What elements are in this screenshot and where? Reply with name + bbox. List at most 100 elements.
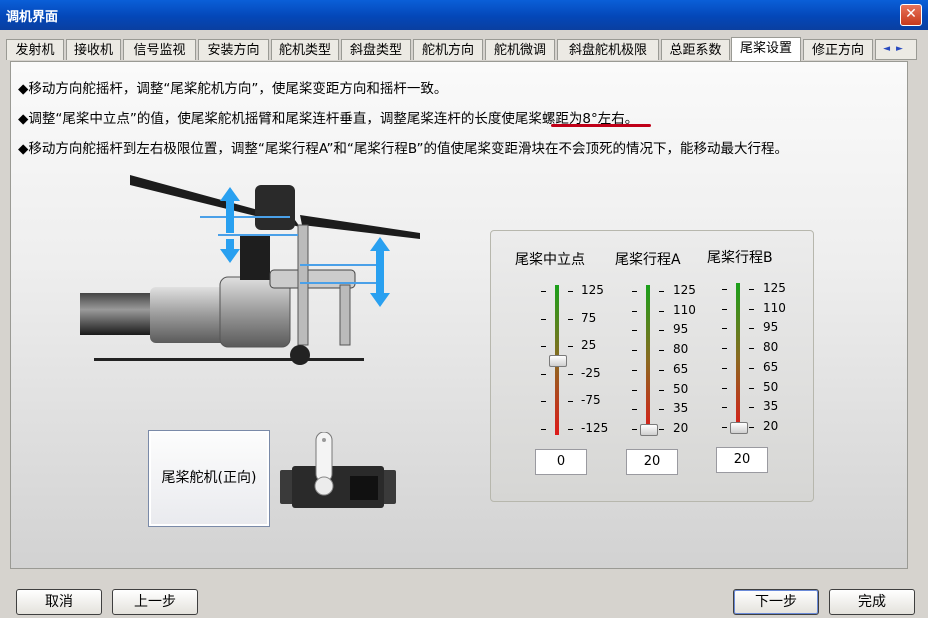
slider-tick-label: 125	[673, 283, 696, 297]
slider-tick	[722, 367, 727, 369]
instruction-1: ◆移动方向舵摇杆，调整“尾桨舵机方向”，使尾桨变距方向和摇杆一致。	[18, 81, 448, 97]
slider-tick	[541, 373, 546, 375]
window-title: 调机界面	[6, 10, 59, 25]
tab-transmitter[interactable]: 发射机	[6, 39, 64, 60]
slider-tick	[659, 350, 664, 352]
slider-tick	[722, 308, 727, 310]
slider-tick	[722, 328, 727, 330]
slider-thumb[interactable]	[730, 422, 748, 434]
finish-button[interactable]: 完成	[829, 589, 915, 615]
tuning-window: 调机界面 ✕ 发射机 接收机 信号监视 安装方向 舵机类型 斜盘类型 舵机方向 …	[0, 0, 928, 631]
servo-image	[280, 432, 396, 508]
slider-tick	[632, 350, 637, 352]
slider-tick-label: 35	[673, 401, 689, 416]
travel-a-value-field[interactable]: 20	[626, 449, 678, 475]
slider-tick	[632, 369, 637, 371]
slider-tick	[632, 389, 637, 391]
tab-correction-direction[interactable]: 修正方向	[803, 39, 873, 60]
prev-step-button[interactable]: 上一步	[112, 589, 198, 615]
slider-tick-label: 80	[673, 342, 689, 357]
slider-tick	[659, 409, 664, 411]
slider-tick-label: 50	[763, 379, 779, 394]
instruction-3: ◆移动方向舵摇杆到左右极限位置，调整“尾桨行程A”和“尾桨行程B”的值使尾桨变距…	[18, 141, 788, 157]
tab-servo-type[interactable]: 舵机类型	[271, 39, 339, 60]
tab-servo-direction[interactable]: 舵机方向	[413, 39, 483, 60]
slider-tick-label: 110	[673, 302, 696, 317]
slider-tick	[749, 407, 754, 409]
slider-thumb[interactable]	[640, 424, 658, 436]
slider-tick-label: 95	[673, 322, 689, 337]
slider-tick	[541, 429, 546, 430]
slider-tick	[632, 310, 637, 312]
slider-tick	[568, 291, 573, 292]
bottom-strip	[0, 618, 928, 631]
tab-scroll-buttons[interactable]: ◄►	[875, 39, 917, 60]
tail-servo-direction-button[interactable]: 尾桨舵机(正向)	[148, 430, 270, 527]
cancel-button[interactable]: 取消	[16, 589, 102, 615]
slider-tick	[632, 429, 637, 430]
tab-servo-trim[interactable]: 舵机微调	[485, 39, 555, 60]
slider-tick	[541, 291, 546, 292]
slider-tick	[632, 291, 637, 292]
slider-tick	[541, 401, 546, 403]
tab-receiver[interactable]: 接收机	[66, 39, 121, 60]
slider-tick-label: 125	[581, 283, 604, 297]
slider-track[interactable]	[736, 283, 740, 433]
slider-tick-label: 65	[673, 361, 689, 376]
slider-tick-label: -125	[581, 421, 609, 435]
tab-signal-monitor[interactable]: 信号监视	[123, 39, 196, 60]
slider-tick-label: 65	[763, 359, 779, 374]
slider-tick	[722, 427, 727, 428]
slider-tick	[749, 427, 754, 428]
slider-tick-label: 20	[763, 419, 779, 433]
slider-tick	[659, 330, 664, 332]
tab-strip: 发射机 接收机 信号监视 安装方向 舵机类型 斜盘类型 舵机方向 舵机微调 斜盘…	[6, 37, 917, 61]
title-bar[interactable]: 调机界面 ✕	[0, 0, 928, 30]
slider-tick	[722, 387, 727, 389]
slider-tick	[659, 389, 664, 391]
tab-swash-servo-limit[interactable]: 斜盘舵机极限	[557, 39, 659, 60]
neutral-value-field[interactable]: 0	[535, 449, 587, 475]
slider-tick	[659, 369, 664, 371]
instruction-2: ◆调整“尾桨中立点”的值，使尾桨舵机摇臂和尾桨连杆垂直，调整尾桨连杆的长度使尾桨…	[18, 111, 639, 127]
tab-swash-type[interactable]: 斜盘类型	[341, 39, 411, 60]
slider-tick	[749, 308, 754, 310]
slider-tick	[749, 348, 754, 350]
slider-tick-label: 50	[673, 381, 689, 396]
slider-tick-label: -75	[581, 393, 601, 408]
slider-thumb[interactable]	[549, 355, 567, 367]
slider-tick	[568, 318, 573, 320]
tab-tail-settings[interactable]: 尾桨设置	[731, 37, 801, 61]
scroll-left-icon[interactable]: ◄	[883, 44, 896, 54]
slider-tick	[722, 407, 727, 409]
close-icon[interactable]: ✕	[900, 4, 922, 26]
slider-tick-label: -25	[581, 365, 601, 380]
slider-tick	[632, 409, 637, 411]
slider-title-travel-a: 尾桨行程A	[615, 252, 681, 268]
slider-title-travel-b: 尾桨行程B	[707, 250, 773, 266]
slider-tick-label: 125	[763, 281, 786, 295]
slider-tick	[541, 318, 546, 320]
scroll-right-icon[interactable]: ►	[896, 44, 909, 54]
next-step-button[interactable]: 下一步	[733, 589, 819, 615]
tab-pitch-factor[interactable]: 总距系数	[661, 39, 730, 60]
slider-tick	[568, 401, 573, 403]
slider-tick	[568, 373, 573, 375]
tail-rotor-illustration	[80, 175, 420, 365]
slider-tick	[749, 367, 754, 369]
slider-tick	[749, 328, 754, 330]
slider-tick-label: 25	[581, 338, 597, 353]
slider-tick	[659, 310, 664, 312]
slider-tick-label: 75	[581, 310, 597, 325]
slider-tick-label: 95	[763, 320, 779, 335]
tail-slider-group: 尾桨中立点 尾桨行程A 尾桨行程B 125 75 25 -25 -75 -125 125 1…	[490, 230, 814, 502]
highlight-underline	[551, 124, 651, 127]
slider-tick-label: 20	[673, 421, 689, 435]
travel-b-value-field[interactable]: 20	[716, 447, 768, 473]
slider-tick	[749, 289, 754, 290]
slider-tick	[541, 346, 546, 348]
slider-track[interactable]	[646, 285, 650, 435]
slider-tick	[632, 330, 637, 332]
tab-mount-direction[interactable]: 安装方向	[198, 39, 269, 60]
slider-tick-label: 110	[763, 300, 786, 315]
